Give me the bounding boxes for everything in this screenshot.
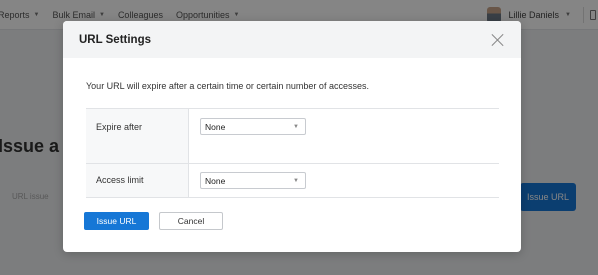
setting-value: None ▼ — [189, 109, 499, 163]
settings-table: Expire after None ▼ Access limit None ▼ — [86, 108, 499, 198]
close-icon[interactable] — [491, 33, 505, 47]
dialog-header: URL Settings — [63, 21, 521, 58]
dialog-title: URL Settings — [79, 33, 151, 46]
select-value: None — [205, 121, 226, 132]
setting-label: Expire after — [86, 109, 189, 163]
setting-label: Access limit — [86, 164, 189, 197]
setting-row-expire-after: Expire after None ▼ — [86, 109, 499, 164]
access-limit-select[interactable]: None ▼ — [200, 172, 306, 189]
chevron-down-icon: ▼ — [293, 123, 299, 130]
expire-after-select[interactable]: None ▼ — [200, 118, 306, 135]
cancel-button[interactable]: Cancel — [159, 212, 223, 230]
setting-value: None ▼ — [189, 164, 499, 197]
select-value: None — [205, 175, 226, 186]
url-settings-dialog: URL Settings Your URL will expire after … — [63, 21, 521, 252]
dialog-description: Your URL will expire after a certain tim… — [86, 81, 369, 91]
issue-url-button[interactable]: Issue URL — [84, 212, 149, 230]
chevron-down-icon: ▼ — [293, 177, 299, 184]
setting-row-access-limit: Access limit None ▼ — [86, 164, 499, 198]
